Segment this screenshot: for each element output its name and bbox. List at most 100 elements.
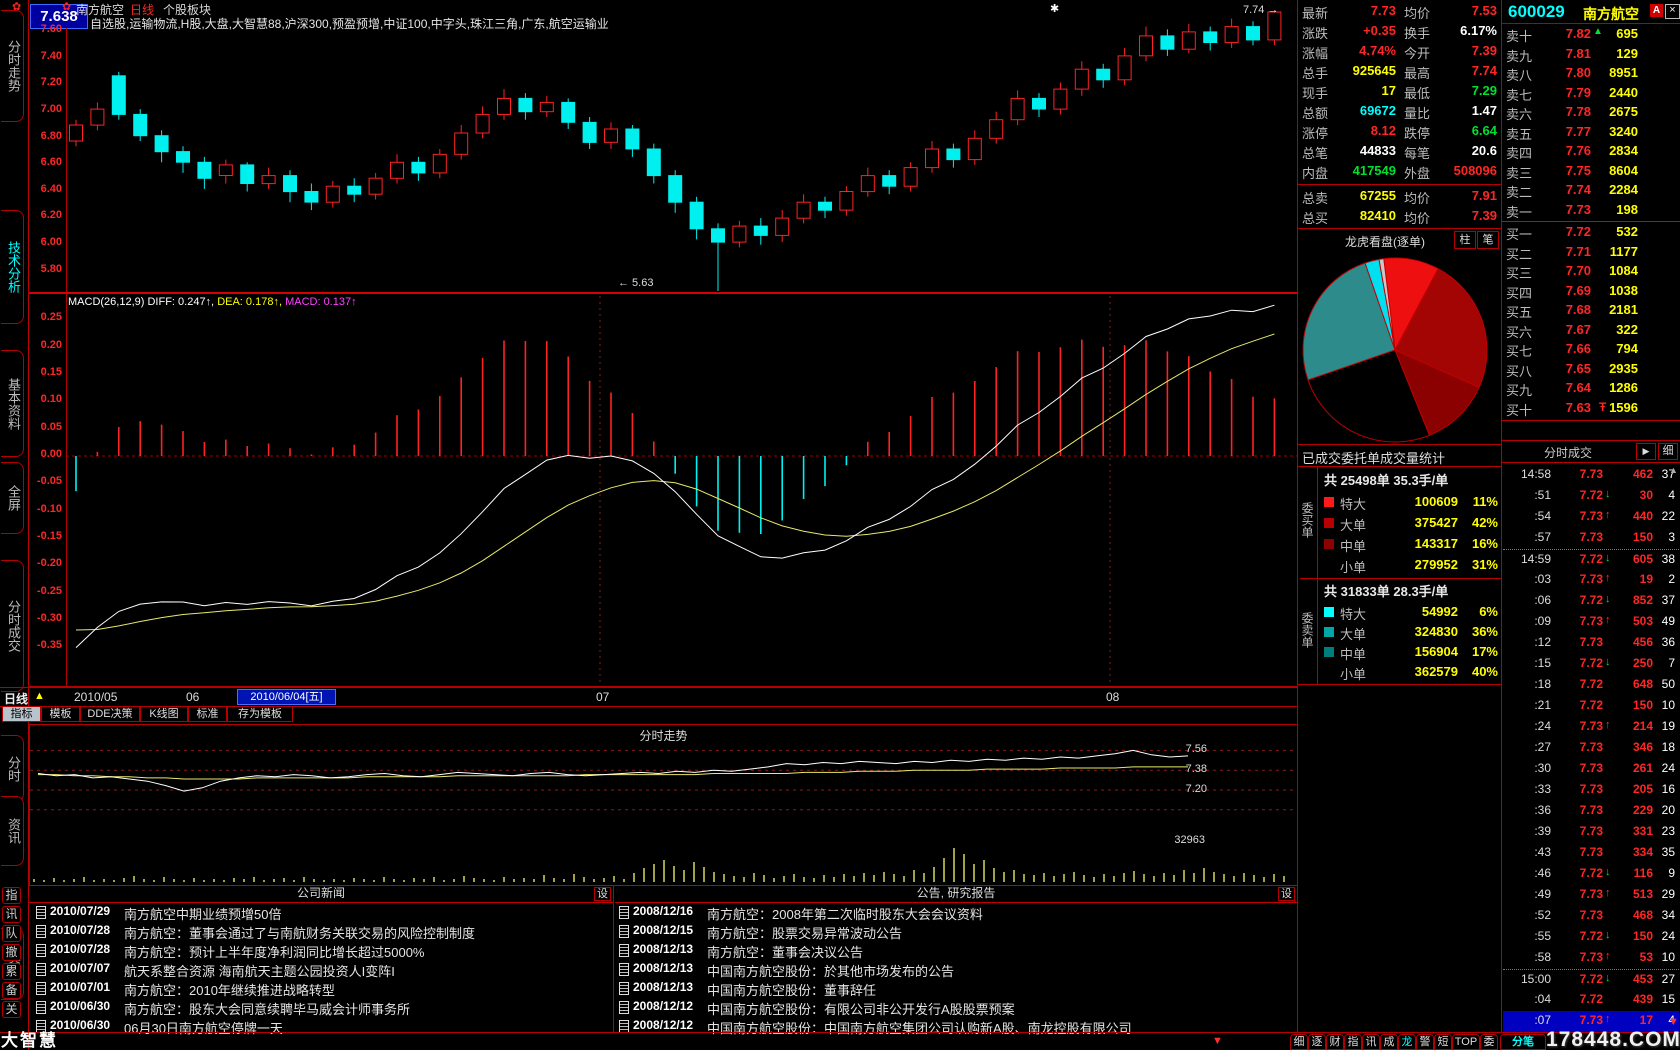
queue-row-买四[interactable]: 买四 7.69 1038 xyxy=(1503,283,1679,302)
statusbar-tab-龙[interactable]: 龙 xyxy=(1398,1034,1416,1050)
tick-detail-button[interactable]: 细 xyxy=(1658,443,1678,460)
mini-tab-队[interactable]: 队 xyxy=(2,925,21,942)
mini-tab-累[interactable]: 累 xyxy=(2,963,21,980)
queue-row-卖二[interactable]: 卖二 7.74 2284 xyxy=(1503,182,1679,201)
statusbar-tab-委[interactable]: 委 xyxy=(1480,1034,1498,1050)
queue-row-卖三[interactable]: 卖三 7.75 8604 xyxy=(1503,163,1679,182)
sidebar-tab-分时成交[interactable]: 分时成交 xyxy=(1,560,24,692)
sidebar-tab-技术分析[interactable]: 技术分析 xyxy=(1,210,24,324)
tick-row[interactable]: :49 7.73 ↑ 513 29 xyxy=(1503,885,1679,906)
tick-scroll-up-icon[interactable]: ▲ xyxy=(1669,465,1678,475)
pie-mode-button-柱[interactable]: 柱 xyxy=(1454,231,1476,249)
news-item[interactable]: 2010/07/01 南方航空：2010年继续推进战略转型 xyxy=(34,979,612,997)
queue-row-买一[interactable]: 买一 7.72 532 xyxy=(1503,224,1679,243)
tick-row[interactable]: :06 7.72 ↓ 852 37 xyxy=(1503,591,1679,612)
play-button[interactable]: ▶ xyxy=(1636,443,1656,460)
candlestick-chart[interactable] xyxy=(66,0,1297,292)
tick-row[interactable]: :24 7.73 ↑ 214 19 xyxy=(1503,717,1679,738)
news-item[interactable]: 2008/12/12 中国南方航空股份：有限公司非公开发行A股股票预案 xyxy=(617,998,1293,1016)
news-item[interactable]: 2008/12/16 南方航空：2008年第二次临时股东大会会议资料 xyxy=(617,903,1293,921)
news-item[interactable]: 2008/12/13 中国南方航空股份：於其他市场发布的公告 xyxy=(617,960,1293,978)
statusbar-tab-逐[interactable]: 逐 xyxy=(1308,1034,1326,1050)
statusbar-tab-成[interactable]: 成 xyxy=(1380,1034,1398,1050)
mini-tab-讯[interactable]: 讯 xyxy=(2,906,21,923)
news-right-settings-button[interactable]: 设 xyxy=(1278,887,1295,901)
tick-row[interactable]: :39 7.73 331 23 xyxy=(1503,822,1679,843)
tick-row[interactable]: :27 7.73 346 18 xyxy=(1503,738,1679,759)
news-item[interactable]: 2010/07/28 南方航空：董事会通过了与南航财务关联交易的风险控制制度 xyxy=(34,922,612,940)
news-item[interactable]: 2010/06/30 南方航空：股东大会同意续聘毕马威会计师事务所 xyxy=(34,998,612,1016)
queue-row-买三[interactable]: 买三 7.70 1084 xyxy=(1503,263,1679,282)
statusbar-tab-指[interactable]: 指 xyxy=(1344,1034,1362,1050)
tick-row[interactable]: :33 7.73 205 16 xyxy=(1503,780,1679,801)
statusbar-tab-财[interactable]: 财 xyxy=(1326,1034,1344,1050)
queue-row-买六[interactable]: 买六 7.67 322 xyxy=(1503,322,1679,341)
tick-row[interactable]: :36 7.73 229 20 xyxy=(1503,801,1679,822)
toolbar-tab-存为模板[interactable]: 存为模板 xyxy=(227,706,293,722)
tick-row[interactable]: :30 7.73 261 24 xyxy=(1503,759,1679,780)
queue-row-买五[interactable]: 买五 7.68 2181 xyxy=(1503,302,1679,321)
statusbar-tab-fenbi[interactable]: 分笔 xyxy=(1500,1034,1546,1050)
statusbar-tab-TOP[interactable]: TOP xyxy=(1452,1034,1480,1050)
toolbar-tab-指标[interactable]: 指标 xyxy=(2,706,41,722)
queue-row-买十[interactable]: 买十 7.63 Ŧ 1596 xyxy=(1503,400,1679,419)
statusbar-tab-细[interactable]: 细 xyxy=(1290,1034,1308,1050)
queue-row-卖四[interactable]: 卖四 7.76 2834 xyxy=(1503,143,1679,162)
news-item[interactable]: 2008/12/15 南方航空：股票交易异常波动公告 xyxy=(617,922,1293,940)
sidebar-tab-分时走势[interactable]: 分时走势 xyxy=(1,10,24,122)
queue-row-买二[interactable]: 买二 7.71 1177 xyxy=(1503,244,1679,263)
toolbar-tab-DDE决策[interactable]: DDE决策 xyxy=(80,706,140,722)
mini-tab-撤[interactable]: 撤 xyxy=(2,944,21,961)
tick-row[interactable]: :43 7.73 334 35 xyxy=(1503,843,1679,864)
queue-row-卖五[interactable]: 卖五 7.77 3240 xyxy=(1503,124,1679,143)
tick-scroll-down-icon[interactable]: ▼ xyxy=(1668,1016,1679,1028)
volume-pie-chart[interactable] xyxy=(1298,250,1500,444)
statusbar-tab-短[interactable]: 短 xyxy=(1434,1034,1452,1050)
intraday-line-chart[interactable] xyxy=(30,742,1295,846)
tick-row[interactable]: :58 7.73 ↑ 53 10 xyxy=(1503,948,1679,969)
tick-row[interactable]: :21 7.72 150 10 xyxy=(1503,696,1679,717)
mini-tab-关[interactable]: 关 xyxy=(2,1001,21,1018)
news-item[interactable]: 2010/07/07 航天系整合资源 海南航天主题公园投资人I变阵I xyxy=(34,960,612,978)
news-item[interactable]: 2010/07/29 南方航空中期业绩预增50倍 xyxy=(34,903,612,921)
mini-tab-指[interactable]: 指 xyxy=(2,887,21,904)
sidebar-tab-分时[interactable]: 分时 xyxy=(1,735,24,802)
news-scroll-down-icon[interactable]: ▼ xyxy=(1212,1035,1223,1047)
sidebar-tab-基本资料[interactable]: 基本资料 xyxy=(1,350,24,457)
mini-tab-备[interactable]: 备 xyxy=(2,982,21,999)
sidebar-tab-资讯[interactable]: 资讯 xyxy=(1,796,24,866)
tick-row[interactable]: :03 7.73 ↑ 19 2 xyxy=(1503,570,1679,591)
queue-row-卖七[interactable]: 卖七 7.79 2440 xyxy=(1503,85,1679,104)
tick-row[interactable]: 14:58 7.73 462 37 xyxy=(1503,465,1679,486)
queue-row-卖六[interactable]: 卖六 7.78 2675 xyxy=(1503,104,1679,123)
tick-row[interactable]: :54 7.73 ↑ 440 22 xyxy=(1503,507,1679,528)
intraday-volume-chart[interactable] xyxy=(30,846,1295,883)
news-item[interactable]: 2008/12/13 南方航空：董事会决议公告 xyxy=(617,941,1293,959)
toolbar-tab-标准[interactable]: 标准 xyxy=(188,706,227,722)
statusbar-tab-警[interactable]: 警 xyxy=(1416,1034,1434,1050)
date-axis-row[interactable]: 日线 ▲ 2010/05060708 2010/06/04[五] xyxy=(0,687,1297,707)
tick-row[interactable]: :52 7.73 468 34 xyxy=(1503,906,1679,927)
period-arrow-icon[interactable]: ▲ xyxy=(34,690,45,702)
period-label[interactable]: 日线 xyxy=(4,690,28,707)
tick-row[interactable]: :18 7.72 648 50 xyxy=(1503,675,1679,696)
tick-row[interactable]: :55 7.72 ↓ 150 24 xyxy=(1503,927,1679,948)
queue-row-买九[interactable]: 买九 7.64 1286 xyxy=(1503,380,1679,399)
selected-date-box[interactable]: 2010/06/04[五] xyxy=(237,689,336,705)
tick-row[interactable]: 14:59 7.72 ↓ 605 38 xyxy=(1503,549,1679,571)
queue-row-卖九[interactable]: 卖九 7.81 129 xyxy=(1503,46,1679,65)
queue-row-买七[interactable]: 买七 7.66 794 xyxy=(1503,341,1679,360)
queue-row-卖一[interactable]: 卖一 7.73 198 xyxy=(1503,202,1679,221)
tick-row[interactable]: :46 7.72 ↓ 116 9 xyxy=(1503,864,1679,885)
sidebar-tab-全屏[interactable]: 全屏 xyxy=(1,462,24,534)
news-item[interactable]: 2010/07/28 南方航空：预计上半年度净利润同比增长超过5000% xyxy=(34,941,612,959)
tick-row[interactable]: :57 7.73 150 3 xyxy=(1503,528,1679,549)
macd-chart[interactable] xyxy=(66,294,1297,686)
statusbar-tab-讯[interactable]: 讯 xyxy=(1362,1034,1380,1050)
pie-mode-button-笔[interactable]: 笔 xyxy=(1477,231,1499,249)
news-item[interactable]: 2008/12/13 中国南方航空股份：董事辞任 xyxy=(617,979,1293,997)
toolbar-tab-模板[interactable]: 模板 xyxy=(41,706,80,722)
tick-row[interactable]: :15 7.72 ↓ 250 7 xyxy=(1503,654,1679,675)
close-icon[interactable]: × xyxy=(1665,4,1680,19)
toolbar-tab-K线图[interactable]: K线图 xyxy=(140,706,188,722)
